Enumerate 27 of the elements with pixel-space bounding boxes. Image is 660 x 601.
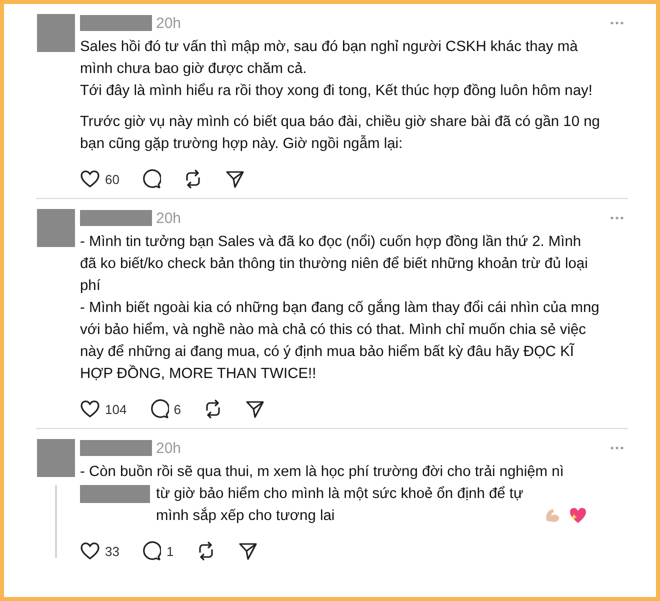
reply-button[interactable] [141, 169, 162, 189]
avatar-redaction [37, 14, 75, 52]
like-button[interactable]: 60 [80, 170, 120, 188]
post-text: Sales hồi đó tư vấn thì mập mờ, sau đó bạn nghỉ người CSKH khác thay mà mình chưa bao giờ được chăm cả. [80, 39, 578, 77]
avatar-redaction [37, 439, 75, 477]
post-text: Tới đây là mình hiểu ra rồi thoy xong đi tong, Kết thúc hợp đồng luôn hôm nay! [80, 83, 592, 99]
share-icon[interactable] [244, 399, 265, 419]
post-text: Trước giờ vụ này mình có biết qua báo đài, chiều giờ share bài đã có gần 10 ng bạn cũng gặp trường hợp này. Giờ ngồi ngẫm lại: [80, 114, 600, 152]
more-icon[interactable] [610, 216, 624, 220]
more-icon[interactable] [610, 446, 624, 450]
username-redaction [80, 440, 152, 456]
post-text: - Còn buồn rồi sẽ qua thui, m xem là học phí trường đời cho trải nghiệm nì [80, 464, 564, 480]
like-button[interactable]: 104 [80, 400, 127, 418]
post-text: - Mình tin tưởng bạn Sales và đã ko đọc (nổi) cuốn hợp đồng lần thứ 2. Mình đã ko biết/ko check bản thông tin thường niên để biết những khoản trừ đủ loại phí [80, 234, 588, 294]
like-button[interactable]: 33 [80, 542, 120, 560]
avatar-redaction [37, 209, 75, 247]
post-text: - Mình biết ngoài kia có những bạn đang cố gắng làm thay đổi cái nhìn của mng với bảo hiểm, và nghề nào mà chả có this có that. Mình chỉ muốn chia sẻ việc này để những ai đang mua, có ý định mua bảo hiểm bất kỳ đâu hãy ĐỌC KĨ HỢP ĐỒNG, MORE THAN TWICE!! [80, 300, 600, 382]
share-icon[interactable] [238, 541, 258, 561]
more-icon[interactable] [610, 21, 624, 25]
share-icon[interactable] [225, 169, 246, 189]
post-text: từ giờ bảo hiểm cho mình là một sức khoẻ ổn định để tự mình sắp xếp cho tương lai [156, 485, 524, 526]
post-time: 20h [156, 14, 182, 32]
post-time: 20h [156, 210, 182, 226]
username-redaction [80, 210, 152, 226]
post-time: 20h [156, 440, 182, 456]
sparkling-heart-icon [569, 507, 587, 524]
username-redaction [80, 15, 152, 31]
